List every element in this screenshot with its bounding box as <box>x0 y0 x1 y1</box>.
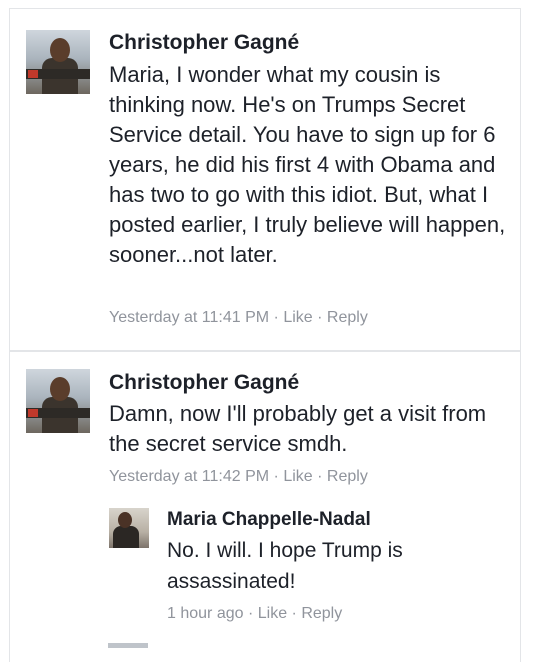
separator: · <box>243 605 258 622</box>
profile-photo-icon <box>26 69 90 79</box>
comment-meta: Yesterday at 11:42 PM · Like · Reply <box>109 468 368 486</box>
like-link[interactable]: Like <box>258 605 287 622</box>
reply-link[interactable]: Reply <box>327 468 368 485</box>
comment-meta: Yesterday at 11:41 PM · Like · Reply <box>109 309 368 327</box>
profile-photo-icon <box>26 408 90 418</box>
comment-author[interactable]: Maria Chappelle-Nadal <box>167 509 371 531</box>
comment-author[interactable]: Christopher Gagné <box>109 371 299 395</box>
avatar[interactable] <box>26 30 90 94</box>
profile-photo-icon <box>50 377 70 401</box>
comment-text: Damn, now I'll probably get a visit from… <box>109 401 487 456</box>
reply-link[interactable]: Reply <box>301 605 342 622</box>
comment-meta: 1 hour ago · Like · Reply <box>167 605 342 623</box>
separator: · <box>287 605 302 622</box>
comment-timestamp[interactable]: Yesterday at 11:42 PM <box>109 468 269 485</box>
avatar[interactable] <box>109 508 149 548</box>
avatar[interactable] <box>26 369 90 433</box>
like-link[interactable]: Like <box>283 468 312 485</box>
profile-photo-icon <box>113 526 139 548</box>
profile-photo-icon <box>28 409 38 417</box>
separator: · <box>312 468 327 485</box>
like-link[interactable]: Like <box>283 309 312 326</box>
avatar <box>108 643 148 648</box>
reply-link[interactable]: Reply <box>327 309 368 326</box>
comment-timestamp[interactable]: Yesterday at 11:41 PM <box>109 309 269 326</box>
separator: · <box>312 309 327 326</box>
profile-photo-icon <box>118 512 132 528</box>
separator: · <box>269 468 284 485</box>
comment-text: Maria, I wonder what my cousin is thinki… <box>109 62 506 267</box>
separator: · <box>269 309 284 326</box>
profile-photo-icon <box>28 70 38 78</box>
comment-text: No. I will. I hope Trump is assassinated… <box>167 539 403 593</box>
comment-author[interactable]: Christopher Gagné <box>109 31 299 55</box>
comment-timestamp[interactable]: 1 hour ago <box>167 605 244 622</box>
profile-photo-icon <box>50 38 70 62</box>
